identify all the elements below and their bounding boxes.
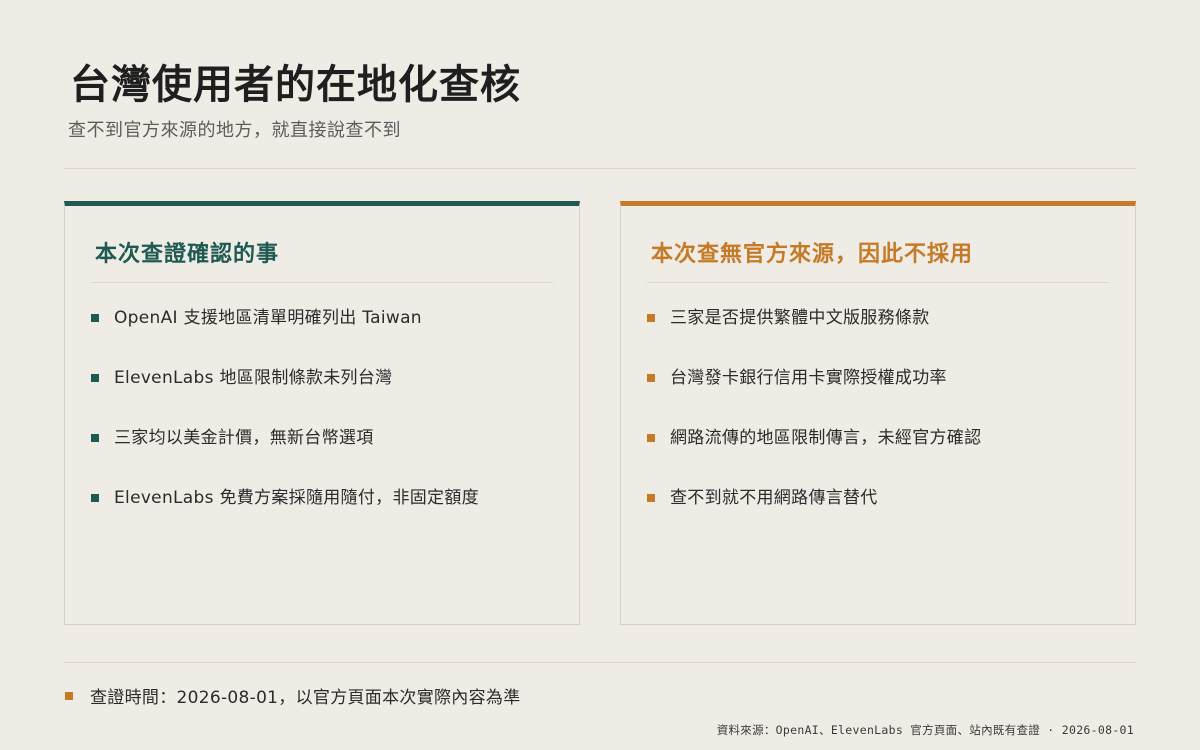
square-bullet-icon [91,374,99,382]
list-item-text: 三家均以美金計價，無新台幣選項 [114,428,374,448]
unverified-panel: 本次查無官方來源，因此不採用 三家是否提供繁體中文版服務條款 台灣發卡銀行信用卡… [620,201,1136,625]
square-bullet-icon [91,494,99,502]
list-item-text: ElevenLabs 免費方案採隨用隨付，非固定額度 [114,488,479,508]
source-credit: 資料來源：OpenAI、ElevenLabs 官方頁面、站內既有查證 · 202… [716,723,1134,737]
square-bullet-icon [647,314,655,322]
list-item: OpenAI 支援地區清單明確列出 Taiwan [91,306,559,366]
footnote-text: 查證時間：2026-08-01，以官方頁面本次實際內容為準 [90,688,521,708]
square-bullet-icon [65,691,73,700]
confirmed-panel: 本次查證確認的事 OpenAI 支援地區清單明確列出 Taiwan Eleven… [64,201,580,625]
confirmed-panel-divider [91,282,553,283]
unverified-panel-divider [647,282,1109,283]
page-subtitle: 查不到官方來源的地方，就直接說查不到 [68,120,401,141]
list-item: ElevenLabs 地區限制條款未列台灣 [91,366,559,426]
square-bullet-icon [91,434,99,442]
confirmed-list: OpenAI 支援地區清單明確列出 Taiwan ElevenLabs 地區限制… [91,306,559,546]
square-bullet-icon [91,314,99,322]
list-item: 台灣發卡銀行信用卡實際授權成功率 [647,366,1115,426]
list-item-text: 三家是否提供繁體中文版服務條款 [670,308,930,328]
square-bullet-icon [647,374,655,382]
list-item: 三家是否提供繁體中文版服務條款 [647,306,1115,366]
list-item-text: OpenAI 支援地區清單明確列出 Taiwan [114,308,422,328]
list-item: 查不到就不用網路傳言替代 [647,486,1115,546]
unverified-panel-title: 本次查無官方來源，因此不採用 [651,242,974,267]
page-title: 台灣使用者的在地化查核 [70,61,521,108]
list-item: 網路流傳的地區限制傳言，未經官方確認 [647,426,1115,486]
footnote: 查證時間：2026-08-01，以官方頁面本次實際內容為準 [64,683,521,708]
confirmed-panel-title: 本次查證確認的事 [95,242,280,267]
header-divider [64,168,1136,169]
list-item-text: ElevenLabs 地區限制條款未列台灣 [114,368,393,388]
list-item-text: 查不到就不用網路傳言替代 [670,488,878,508]
list-item: ElevenLabs 免費方案採隨用隨付，非固定額度 [91,486,559,546]
list-item-text: 台灣發卡銀行信用卡實際授權成功率 [670,368,947,388]
square-bullet-icon [647,434,655,442]
list-item-text: 網路流傳的地區限制傳言，未經官方確認 [670,428,982,448]
square-bullet-icon [647,494,655,502]
footer-divider [64,662,1136,663]
unverified-list: 三家是否提供繁體中文版服務條款 台灣發卡銀行信用卡實際授權成功率 網路流傳的地區… [647,306,1115,546]
list-item: 三家均以美金計價，無新台幣選項 [91,426,559,486]
